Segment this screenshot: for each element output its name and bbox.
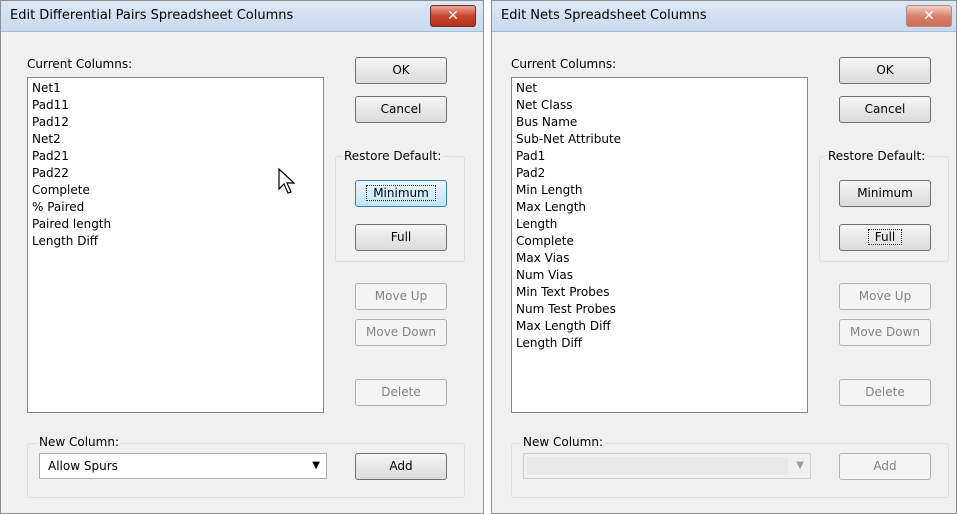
title-bar: Edit Differential Pairs Spreadsheet Colu… — [1, 1, 483, 32]
close-icon[interactable]: ✕ — [430, 5, 476, 27]
new-column-value — [527, 457, 788, 475]
list-item[interactable]: Length Diff — [516, 335, 803, 352]
add-button-label: Add — [389, 459, 413, 473]
cancel-button[interactable]: Cancel — [355, 96, 447, 123]
list-item[interactable]: Min Text Probes — [516, 284, 803, 301]
list-item[interactable]: Length — [516, 216, 803, 233]
restore-default-label: Restore Default: — [342, 149, 444, 163]
list-item[interactable]: Pad11 — [32, 97, 319, 114]
chevron-down-icon[interactable]: ▼ — [312, 460, 320, 471]
list-item[interactable]: Net — [516, 80, 803, 97]
list-item[interactable]: Min Length — [516, 182, 803, 199]
delete-button[interactable]: Delete — [355, 379, 447, 406]
move-up-button-label: Move Up — [858, 289, 912, 303]
full-button-label: Full — [390, 230, 412, 244]
add-button-label: Add — [873, 459, 897, 473]
minimum-button[interactable]: Minimum — [355, 180, 447, 207]
new-column-combo[interactable]: ▼ — [523, 453, 811, 479]
new-column-value: Allow Spurs — [48, 459, 118, 473]
minimum-button[interactable]: Minimum — [839, 180, 931, 207]
current-columns-list[interactable]: Net1 Pad11 Pad12 Net2 Pad21 Pad22 Complete% Pa… — [27, 77, 324, 413]
ok-button[interactable]: OK — [839, 57, 931, 84]
add-button[interactable]: Add — [839, 453, 931, 480]
new-column-combo[interactable]: Allow Spurs ▼ — [39, 453, 327, 479]
list-item[interactable]: Complete — [516, 233, 803, 250]
list-item[interactable]: Paired length — [32, 216, 319, 233]
list-item[interactable]: Num Vias — [516, 267, 803, 284]
move-down-button[interactable]: Move Down — [839, 319, 931, 346]
list-item[interactable]: Pad21 — [32, 148, 319, 165]
minimum-button-label: Minimum — [366, 185, 436, 201]
list-item[interactable]: Net1 — [32, 80, 319, 97]
edit-diff-pairs-dialog: Edit Differential Pairs Spreadsheet Colu… — [0, 0, 484, 514]
delete-button-label: Delete — [865, 385, 905, 399]
current-columns-list[interactable]: Net Net Class Bus Name Sub-Net Attribute Pad… — [511, 77, 808, 413]
ok-button-label: OK — [392, 63, 410, 77]
restore-default-label: Restore Default: — [826, 149, 928, 163]
move-down-button-label: Move Down — [366, 325, 436, 339]
list-item[interactable]: Net2 — [32, 131, 319, 148]
current-columns-label: Current Columns: — [27, 57, 133, 71]
list-item[interactable]: Sub-Net Attribute — [516, 131, 803, 148]
list-item[interactable]: Complete — [32, 182, 319, 199]
list-item[interactable]: Length Diff — [32, 233, 319, 250]
minimum-button-label: Minimum — [857, 186, 913, 200]
list-item[interactable]: Bus Name — [516, 114, 803, 131]
chevron-down-icon[interactable]: ▼ — [796, 460, 804, 471]
list-item[interactable]: Max Length — [516, 199, 803, 216]
add-button[interactable]: Add — [355, 453, 447, 480]
list-item[interactable]: % Paired — [32, 199, 319, 216]
move-up-button-label: Move Up — [374, 289, 428, 303]
move-down-button[interactable]: Move Down — [355, 319, 447, 346]
cancel-button-label: Cancel — [380, 102, 422, 116]
cancel-button[interactable]: Cancel — [839, 96, 931, 123]
title-bar: Edit Nets Spreadsheet Columns ✕ — [492, 1, 956, 32]
ok-button-label: OK — [876, 63, 894, 77]
ok-button[interactable]: OK — [355, 57, 447, 84]
list-item[interactable]: Pad22 — [32, 165, 319, 182]
list-item[interactable]: Num Test Probes — [516, 301, 803, 318]
list-item[interactable]: Net Class — [516, 97, 803, 114]
move-up-button[interactable]: Move Up — [839, 283, 931, 310]
list-item[interactable]: Pad12 — [32, 114, 319, 131]
delete-button-label: Delete — [381, 385, 421, 399]
move-up-button[interactable]: Move Up — [355, 283, 447, 310]
full-button-label: Full — [867, 229, 903, 245]
close-icon[interactable]: ✕ — [906, 5, 952, 27]
new-column-label: New Column: — [521, 435, 605, 449]
list-item[interactable]: Pad1 — [516, 148, 803, 165]
full-button[interactable]: Full — [355, 224, 447, 251]
edit-nets-dialog: Edit Nets Spreadsheet Columns ✕ Current … — [491, 0, 957, 514]
move-down-button-label: Move Down — [850, 325, 920, 339]
full-button[interactable]: Full — [839, 224, 931, 251]
mouse-pointer-icon — [278, 167, 296, 194]
new-column-label: New Column: — [37, 435, 121, 449]
list-item[interactable]: Max Length Diff — [516, 318, 803, 335]
dialog-title: Edit Differential Pairs Spreadsheet Colu… — [10, 8, 294, 23]
current-columns-label: Current Columns: — [511, 57, 617, 71]
dialog-title: Edit Nets Spreadsheet Columns — [501, 8, 707, 23]
list-item[interactable]: Max Vias — [516, 250, 803, 267]
delete-button[interactable]: Delete — [839, 379, 931, 406]
list-item[interactable]: Pad2 — [516, 165, 803, 182]
cancel-button-label: Cancel — [864, 102, 906, 116]
